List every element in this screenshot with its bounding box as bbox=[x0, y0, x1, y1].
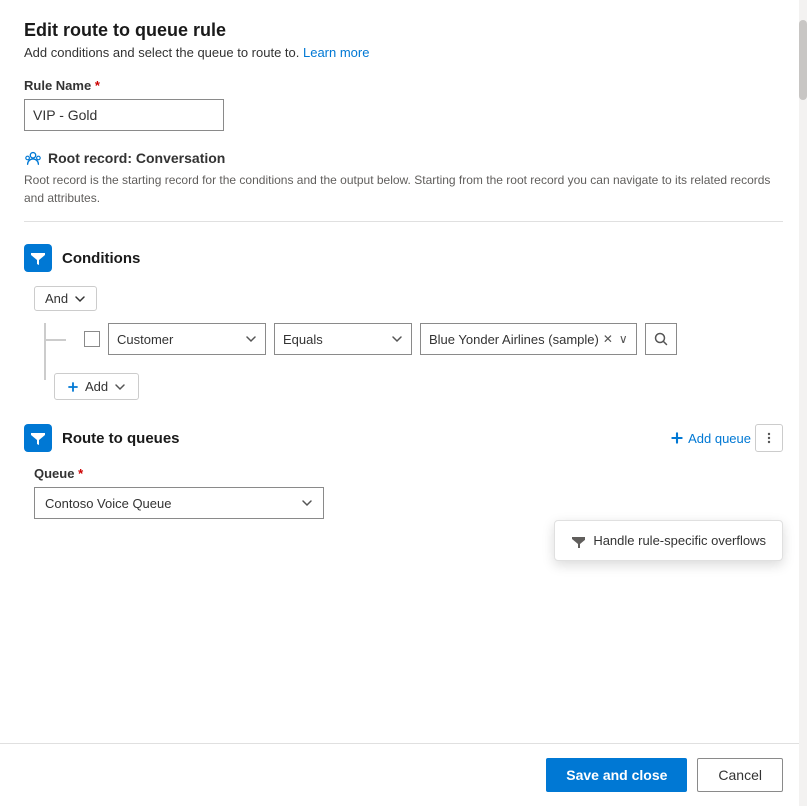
connector-vertical bbox=[44, 323, 46, 380]
rule-name-label: Rule Name * bbox=[24, 78, 783, 93]
root-record-icon bbox=[24, 149, 42, 167]
scrollbar-thumb[interactable] bbox=[799, 20, 807, 100]
main-content: Edit route to queue rule Add conditions … bbox=[0, 0, 807, 743]
more-options-button[interactable] bbox=[755, 424, 783, 452]
condition-row: Customer Equals bbox=[84, 323, 783, 355]
condition-value-clear[interactable]: ✕ bbox=[603, 333, 613, 345]
queue-chevron-icon bbox=[301, 497, 313, 509]
page-title: Edit route to queue rule bbox=[24, 20, 783, 41]
conditions-icon bbox=[30, 250, 46, 266]
and-chevron-icon bbox=[74, 293, 86, 305]
subtitle-text: Add conditions and select the queue to r… bbox=[24, 45, 303, 60]
root-record-section: Root record: Conversation Root record is… bbox=[24, 149, 783, 222]
route-queues-header: Route to queues Add queue bbox=[24, 424, 783, 452]
add-queue-label: Add queue bbox=[688, 431, 751, 446]
condition-value-field[interactable]: Blue Yonder Airlines (sample) ✕ ∨ bbox=[420, 323, 637, 355]
route-header-left: Route to queues bbox=[24, 424, 180, 452]
connector-horizontal bbox=[44, 339, 66, 341]
queue-field-label: Queue * bbox=[34, 466, 783, 481]
condition-value-chevron: ∨ bbox=[619, 332, 628, 346]
search-icon bbox=[653, 331, 669, 347]
condition-search-button[interactable] bbox=[645, 323, 677, 355]
more-options-icon bbox=[762, 431, 776, 445]
field-chevron-icon bbox=[245, 333, 257, 345]
learn-more-link[interactable]: Learn more bbox=[303, 45, 369, 60]
overflow-menu: Handle rule-specific overflows bbox=[554, 520, 783, 561]
route-section-title: Route to queues bbox=[62, 430, 180, 447]
overflows-icon bbox=[571, 534, 585, 548]
add-label: Add bbox=[85, 379, 108, 394]
add-icon bbox=[67, 381, 79, 393]
conditions-section-title: Conditions bbox=[62, 250, 140, 267]
condition-row-wrapper: Customer Equals bbox=[54, 323, 783, 400]
page-subtitle: Add conditions and select the queue to r… bbox=[24, 45, 783, 60]
operator-chevron-icon bbox=[391, 333, 403, 345]
and-label: And bbox=[45, 291, 68, 306]
handle-overflows-item[interactable]: Handle rule-specific overflows bbox=[555, 525, 782, 556]
queue-required: * bbox=[78, 466, 83, 481]
add-chevron-icon bbox=[114, 381, 126, 393]
footer: Save and close Cancel bbox=[0, 743, 807, 806]
root-record-label: Root record: Conversation bbox=[48, 150, 225, 166]
conditions-section: Conditions And bbox=[24, 244, 783, 400]
rule-name-input[interactable] bbox=[24, 99, 224, 131]
condition-operator-value: Equals bbox=[283, 332, 323, 347]
route-queues-section: Route to queues Add queue bbox=[24, 424, 783, 519]
condition-field-dropdown[interactable]: Customer bbox=[108, 323, 266, 355]
queue-section: Queue * Contoso Voice Queue bbox=[24, 466, 783, 519]
conditions-header: Conditions bbox=[24, 244, 783, 272]
root-record-title: Root record: Conversation bbox=[24, 149, 783, 167]
conditions-icon-box bbox=[24, 244, 52, 272]
overflow-item-label: Handle rule-specific overflows bbox=[593, 533, 766, 548]
add-queue-button[interactable]: Add queue bbox=[670, 431, 751, 446]
queue-dropdown[interactable]: Contoso Voice Queue bbox=[34, 487, 324, 519]
queue-value: Contoso Voice Queue bbox=[45, 496, 171, 511]
condition-value-tag: Blue Yonder Airlines (sample) ✕ bbox=[429, 332, 613, 347]
route-icon bbox=[30, 430, 46, 446]
required-indicator: * bbox=[95, 78, 100, 93]
root-record-description: Root record is the starting record for t… bbox=[24, 171, 783, 207]
condition-operator-dropdown[interactable]: Equals bbox=[274, 323, 412, 355]
save-and-close-button[interactable]: Save and close bbox=[546, 758, 687, 792]
route-header-right: Add queue bbox=[670, 424, 783, 452]
condition-field-value: Customer bbox=[117, 332, 173, 347]
page-container: Edit route to queue rule Add conditions … bbox=[0, 0, 807, 806]
add-queue-icon bbox=[670, 431, 684, 445]
conditions-body: And Customer bbox=[24, 286, 783, 400]
route-icon-box bbox=[24, 424, 52, 452]
and-dropdown[interactable]: And bbox=[34, 286, 97, 311]
condition-checkbox[interactable] bbox=[84, 331, 100, 347]
condition-value-text: Blue Yonder Airlines (sample) bbox=[429, 332, 599, 347]
cancel-button[interactable]: Cancel bbox=[697, 758, 783, 792]
rule-name-section: Rule Name * bbox=[24, 78, 783, 131]
scrollbar[interactable] bbox=[799, 0, 807, 806]
add-condition-button[interactable]: Add bbox=[54, 373, 139, 400]
